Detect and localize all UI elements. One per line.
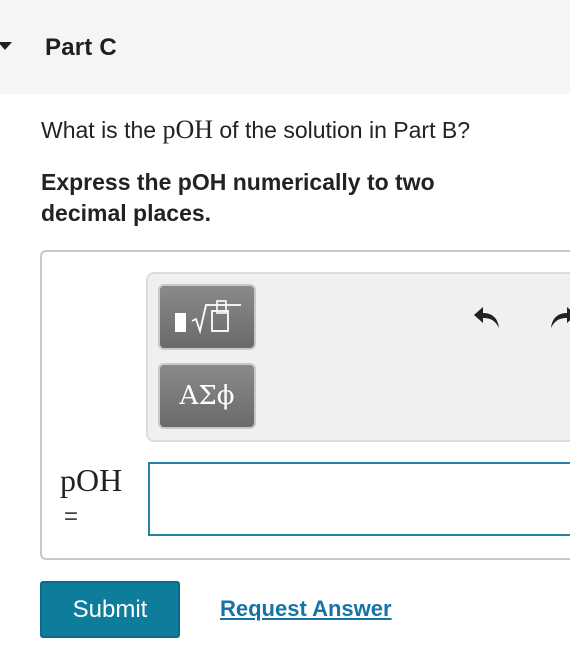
- question-math-poh: pOH: [162, 115, 213, 144]
- question-text: What is the pOH of the solution in Part …: [41, 115, 470, 145]
- answer-input[interactable]: [148, 462, 570, 536]
- greek-symbols-label: ΑΣϕ: [179, 381, 235, 411]
- undo-icon[interactable]: [472, 305, 502, 331]
- answer-equals-sign: =: [64, 503, 79, 530]
- question-prefix: What is the: [41, 117, 163, 143]
- part-title: Part C: [45, 34, 117, 61]
- instruction-text: Express the pOH numerically to two decim…: [41, 169, 435, 226]
- templates-button[interactable]: [158, 284, 256, 350]
- redo-icon[interactable]: [548, 305, 570, 331]
- collapse-arrow-icon[interactable]: [0, 42, 12, 50]
- greek-symbols-button[interactable]: ΑΣϕ: [158, 363, 256, 429]
- answer-variable-label: pOH: [60, 462, 123, 498]
- templates-sqrt-icon: [175, 300, 241, 335]
- submit-button[interactable]: Submit: [40, 581, 180, 638]
- question-suffix: of the solution in Part B?: [213, 117, 470, 143]
- request-answer-link[interactable]: Request Answer: [220, 596, 392, 622]
- part-header[interactable]: Part C: [0, 0, 570, 94]
